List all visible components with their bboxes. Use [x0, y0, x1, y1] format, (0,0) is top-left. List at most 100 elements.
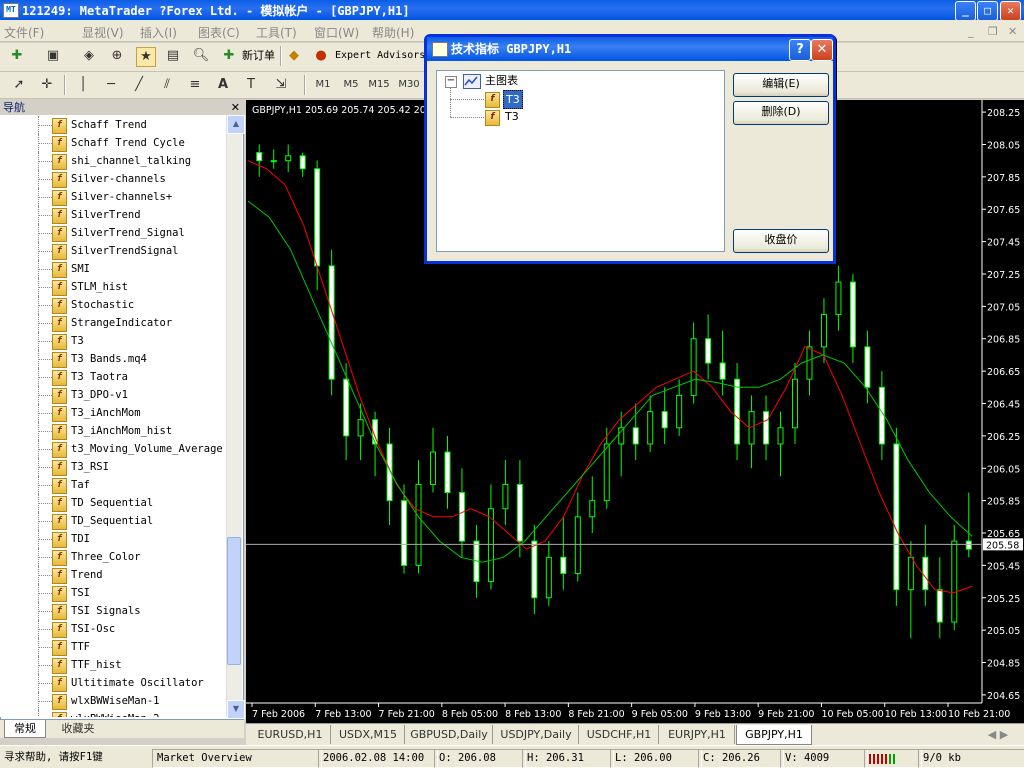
chart-tab[interactable]: GBPUSD,Daily [406, 725, 493, 744]
menu-chart[interactable]: 图表(C) [198, 24, 240, 41]
trendline-icon[interactable]: ╱ [130, 76, 148, 94]
horizontal-line-icon[interactable]: ─ [102, 76, 120, 94]
chart-tab[interactable]: USDJPY,Daily [494, 725, 579, 744]
dialog-close-button[interactable]: ✕ [811, 39, 833, 61]
new-order-icon[interactable]: ✚ [220, 47, 238, 65]
tab-favorites[interactable]: 收藏夹 [48, 720, 108, 737]
time-tick-label: 7 Feb 2006 [252, 709, 305, 720]
navigator-item[interactable]: f Trend [0, 566, 226, 584]
chart-tab[interactable]: EURUSD,H1 [250, 725, 331, 744]
arrows-icon[interactable]: ⇲ [272, 76, 290, 94]
timeframe-m30[interactable]: M30 [396, 76, 422, 94]
mdi-restore-icon[interactable]: ❐ [988, 25, 998, 38]
navigator-item[interactable]: f Three_Color [0, 548, 226, 566]
edit-button[interactable]: 编辑(E) [733, 73, 829, 97]
menu-view[interactable]: 显视(V) [82, 24, 124, 41]
chart-tab[interactable]: EURJPY,H1 [660, 725, 735, 744]
minimize-button[interactable]: _ [955, 1, 976, 21]
timeframe-m1[interactable]: M1 [312, 76, 334, 94]
crosshair-icon[interactable]: ✛ [38, 76, 56, 94]
delete-button[interactable]: 删除(D) [733, 101, 829, 125]
navigator-item[interactable]: f STLM_hist [0, 278, 226, 296]
navigator-item[interactable]: f SilverTrend [0, 206, 226, 224]
tab-scroll-arrows-icon[interactable]: ◀ ▶ [976, 725, 1020, 744]
navigator-item[interactable]: f Stochastic [0, 296, 226, 314]
navigator-item[interactable]: f T3 [0, 332, 226, 350]
terminal-icon[interactable]: ▤ [164, 47, 182, 65]
navigator-item[interactable]: f wlxBWWiseMan-1 [0, 692, 226, 710]
navigator-icon[interactable]: ★ [136, 47, 156, 67]
tree-root-label[interactable]: 主图表 [485, 72, 518, 89]
market-watch-icon[interactable]: ◈ [80, 47, 98, 65]
close-price-button[interactable]: 收盘价 [733, 229, 829, 253]
navigator-item[interactable]: f T3_DPO-v1 [0, 386, 226, 404]
navigator-close-icon[interactable]: ✕ [231, 100, 240, 115]
mdi-minimize-icon[interactable]: _ [968, 25, 974, 38]
menu-help[interactable]: 帮助(H) [372, 24, 414, 41]
menu-tools[interactable]: 工具(T) [256, 24, 297, 41]
fibonacci-icon[interactable]: ≡ [186, 76, 204, 94]
navigator-item[interactable]: f TSI-Osc [0, 620, 226, 638]
tab-common[interactable]: 常规 [4, 720, 46, 738]
menu-window[interactable]: 窗口(W) [314, 24, 359, 41]
candle-body [415, 483, 422, 566]
navigator-item[interactable]: f TSI [0, 584, 226, 602]
crosshair-target-icon[interactable]: ⊕ [108, 47, 126, 65]
app-icon[interactable]: MT [3, 3, 19, 18]
navigator-item[interactable]: f Taf [0, 476, 226, 494]
navigator-item[interactable]: f Silver-channels+ [0, 188, 226, 206]
indicator-tree: − 主图表 f T3 f T3 [436, 70, 725, 252]
tree-item-t3-selected[interactable]: T3 [503, 90, 523, 109]
scroll-down-icon[interactable]: ▼ [227, 700, 245, 719]
cursor-icon[interactable]: ➚ [10, 76, 28, 94]
timeframe-m5[interactable]: M5 [340, 76, 362, 94]
new-chart-icon[interactable]: ✚ [8, 47, 26, 65]
equidistant-channel-icon[interactable]: ⫽ [158, 76, 176, 94]
navigator-item[interactable]: f T3 Bands.mq4 [0, 350, 226, 368]
navigator-item[interactable]: f TTF_hist [0, 656, 226, 674]
menu-insert[interactable]: 插入(I) [140, 24, 177, 41]
navigator-item[interactable]: f shi_channel_talking [0, 152, 226, 170]
navigator-item[interactable]: f t3_Moving_Volume_Average [0, 440, 226, 458]
profiles-icon[interactable]: ▣ [44, 47, 62, 65]
candle-body [763, 411, 770, 445]
chart-tab[interactable]: USDX,M15 [332, 725, 405, 744]
navigator-item[interactable]: f T3 Taotra [0, 368, 226, 386]
text-label-icon[interactable]: T [242, 76, 260, 94]
navigator-item[interactable]: f TD Sequential [0, 494, 226, 512]
tree-item-t3[interactable]: T3 [505, 108, 519, 125]
maximize-button[interactable]: □ [977, 1, 998, 21]
close-button[interactable]: ✕ [1000, 1, 1021, 21]
navigator-item[interactable]: f Ultitimate Oscillator [0, 674, 226, 692]
navigator-item[interactable]: f T3_RSI [0, 458, 226, 476]
warning-icon[interactable]: ◆ [285, 47, 303, 65]
chart-tab[interactable]: GBPJPY,H1 [736, 725, 812, 745]
timeframe-m15[interactable]: M15 [366, 76, 392, 94]
mdi-close-icon[interactable]: ✕ [1008, 25, 1017, 38]
navigator-item[interactable]: fwlxBWWiseMan-2 [0, 710, 226, 717]
navigator-item[interactable]: f Schaff Trend Cycle [0, 134, 226, 152]
new-order-button[interactable]: 新订单 [242, 46, 275, 66]
navigator-item[interactable]: f SilverTrend_Signal [0, 224, 226, 242]
navigator-scroll-thumb[interactable] [227, 537, 241, 665]
navigator-item[interactable]: f TD_Sequential [0, 512, 226, 530]
help-button[interactable]: ? [789, 39, 811, 61]
chart-tab[interactable]: USDCHF,H1 [580, 725, 659, 744]
expert-advisors-icon[interactable]: ● [312, 47, 330, 65]
vertical-line-icon[interactable]: │ [74, 76, 92, 94]
menu-file[interactable]: 文件(F) [4, 24, 44, 41]
scroll-up-icon[interactable]: ▲ [227, 115, 245, 134]
navigator-item[interactable]: f SilverTrendSignal [0, 242, 226, 260]
navigator-item[interactable]: f TTF [0, 638, 226, 656]
navigator-item[interactable]: f T3_iAnchMom [0, 404, 226, 422]
navigator-item[interactable]: f TSI Signals [0, 602, 226, 620]
expert-advisors-button[interactable]: Expert Advisors [335, 46, 425, 66]
tester-icon[interactable]: 🔍︎ [192, 47, 210, 65]
navigator-item[interactable]: f Schaff Trend [0, 116, 226, 134]
navigator-item[interactable]: f T3_iAnchMom_hist [0, 422, 226, 440]
navigator-item[interactable]: f Silver-channels [0, 170, 226, 188]
text-icon[interactable]: A [214, 76, 232, 94]
navigator-item[interactable]: f StrangeIndicator [0, 314, 226, 332]
navigator-item[interactable]: f SMI [0, 260, 226, 278]
navigator-item[interactable]: f TDI [0, 530, 226, 548]
